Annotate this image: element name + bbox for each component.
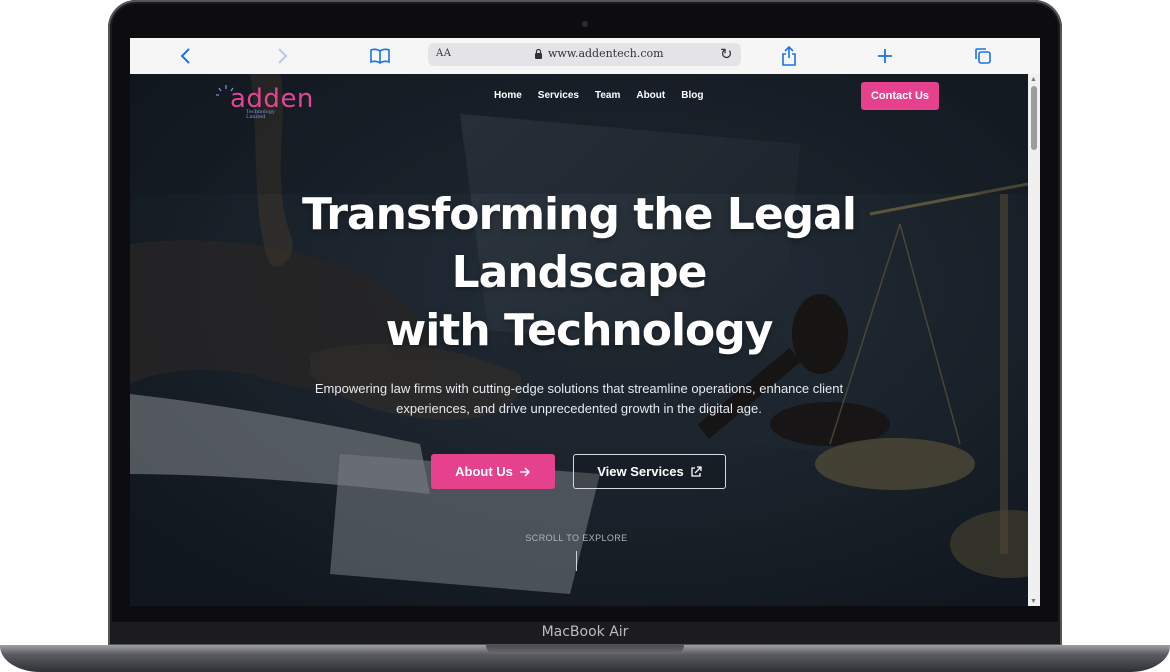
hero-title-line1: Transforming the Legal <box>302 189 857 240</box>
browser-toolbar: AA www.addentech.com ↻ <box>130 38 1040 75</box>
webcam <box>582 21 588 27</box>
nav-home[interactable]: Home <box>494 90 522 101</box>
hero-subtitle: Empowering law firms with cutting-edge s… <box>314 381 844 416</box>
arrow-right-icon <box>519 466 530 477</box>
tabs-icon[interactable] <box>971 44 995 68</box>
page-scrollbar[interactable]: ▲ ▼ <box>1028 74 1040 606</box>
view-services-label: View Services <box>597 464 684 479</box>
laptop-screen: AA www.addentech.com ↻ adden Technology … <box>130 38 1040 606</box>
reload-icon[interactable]: ↻ <box>720 45 733 63</box>
logo-tagline: Technology Limited <box>246 110 275 120</box>
plus-icon[interactable] <box>873 44 897 68</box>
hero-title-line3: with Technology <box>385 305 774 356</box>
address-bar[interactable]: AA www.addentech.com ↻ <box>428 43 741 66</box>
about-us-button[interactable]: About Us <box>431 454 555 489</box>
page-viewport: adden Technology Limited Home Services T… <box>130 74 1028 606</box>
scroll-indicator-line <box>576 551 577 571</box>
scrollbar-thumb[interactable] <box>1031 86 1037 150</box>
scroll-hint: SCROLL TO EXPLORE <box>525 533 628 543</box>
url-text: www.addentech.com <box>548 47 664 60</box>
external-link-icon <box>691 465 702 477</box>
laptop-hinge-notch <box>486 645 684 654</box>
main-nav: Home Services Team About Blog <box>494 90 703 101</box>
share-icon[interactable] <box>777 44 801 68</box>
site-logo[interactable]: adden Technology Limited <box>216 80 336 120</box>
scroll-up-arrow-icon[interactable]: ▲ <box>1030 76 1037 83</box>
view-services-button[interactable]: View Services <box>573 454 726 489</box>
hero-title: Transforming the Legal Landscape with Te… <box>130 186 1028 360</box>
hero-title-line2: Landscape <box>451 247 708 298</box>
about-us-label: About Us <box>455 464 513 479</box>
laptop-model-label: MacBook Air <box>541 624 629 640</box>
text-size-button[interactable]: AA <box>436 48 451 59</box>
book-icon[interactable] <box>368 44 392 68</box>
scroll-down-arrow-icon[interactable]: ▼ <box>1030 598 1037 605</box>
nav-team[interactable]: Team <box>595 90 620 101</box>
chevron-right-icon[interactable] <box>270 44 294 68</box>
logo-tagline-line2: Limited <box>246 114 266 120</box>
chevron-left-icon[interactable] <box>174 44 198 68</box>
contact-us-button[interactable]: Contact Us <box>861 82 939 110</box>
nav-about[interactable]: About <box>636 90 665 101</box>
lock-icon <box>535 48 542 59</box>
nav-services[interactable]: Services <box>538 90 579 101</box>
nav-blog[interactable]: Blog <box>681 90 703 101</box>
